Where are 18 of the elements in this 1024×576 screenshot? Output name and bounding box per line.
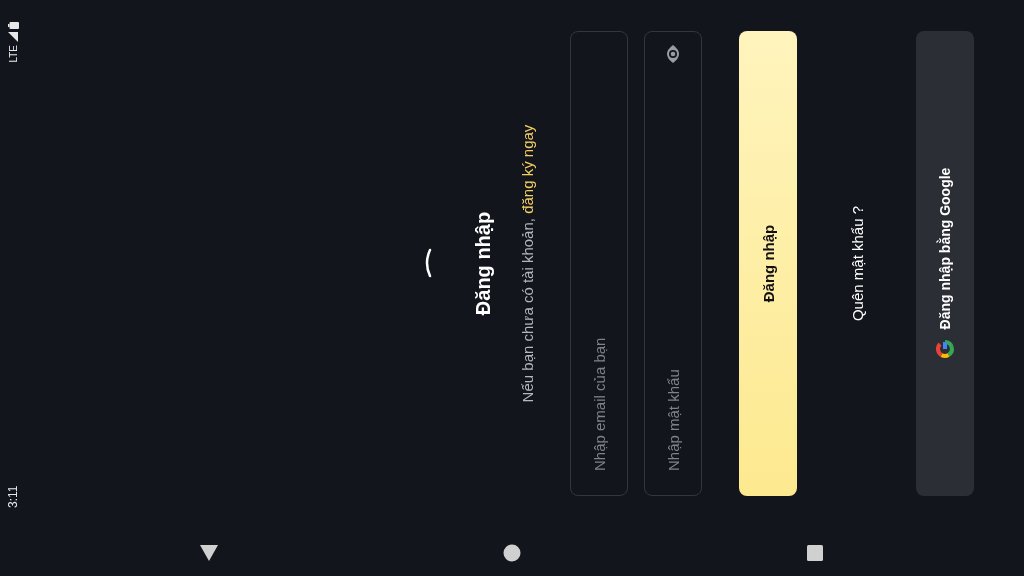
login-button[interactable]: Đăng nhập <box>739 31 797 496</box>
battery-icon <box>7 22 19 29</box>
page-title: Đăng nhập <box>472 211 495 316</box>
signal-icon <box>8 32 18 42</box>
spinner-icon <box>424 248 432 279</box>
recents-button[interactable] <box>806 544 824 562</box>
password-field[interactable]: Nhập mật khẩu <box>644 31 702 496</box>
google-icon <box>935 339 955 360</box>
eye-icon[interactable] <box>666 45 680 63</box>
home-button[interactable] <box>503 544 521 562</box>
signup-link[interactable]: đăng ký ngay <box>519 124 536 214</box>
email-field[interactable]: Nhập email của bạn <box>570 31 628 496</box>
clock-time: 3:11 <box>6 485 20 508</box>
forgot-password-link[interactable]: Quên mật khẩu ? <box>849 205 866 322</box>
back-button[interactable] <box>200 544 218 562</box>
network-type: LTE <box>7 45 19 63</box>
google-login-button[interactable]: Đăng nhập bằng Google <box>916 31 974 496</box>
signup-prompt: Nếu bạn chưa có tài khoản, đăng ký ngay <box>519 124 536 403</box>
